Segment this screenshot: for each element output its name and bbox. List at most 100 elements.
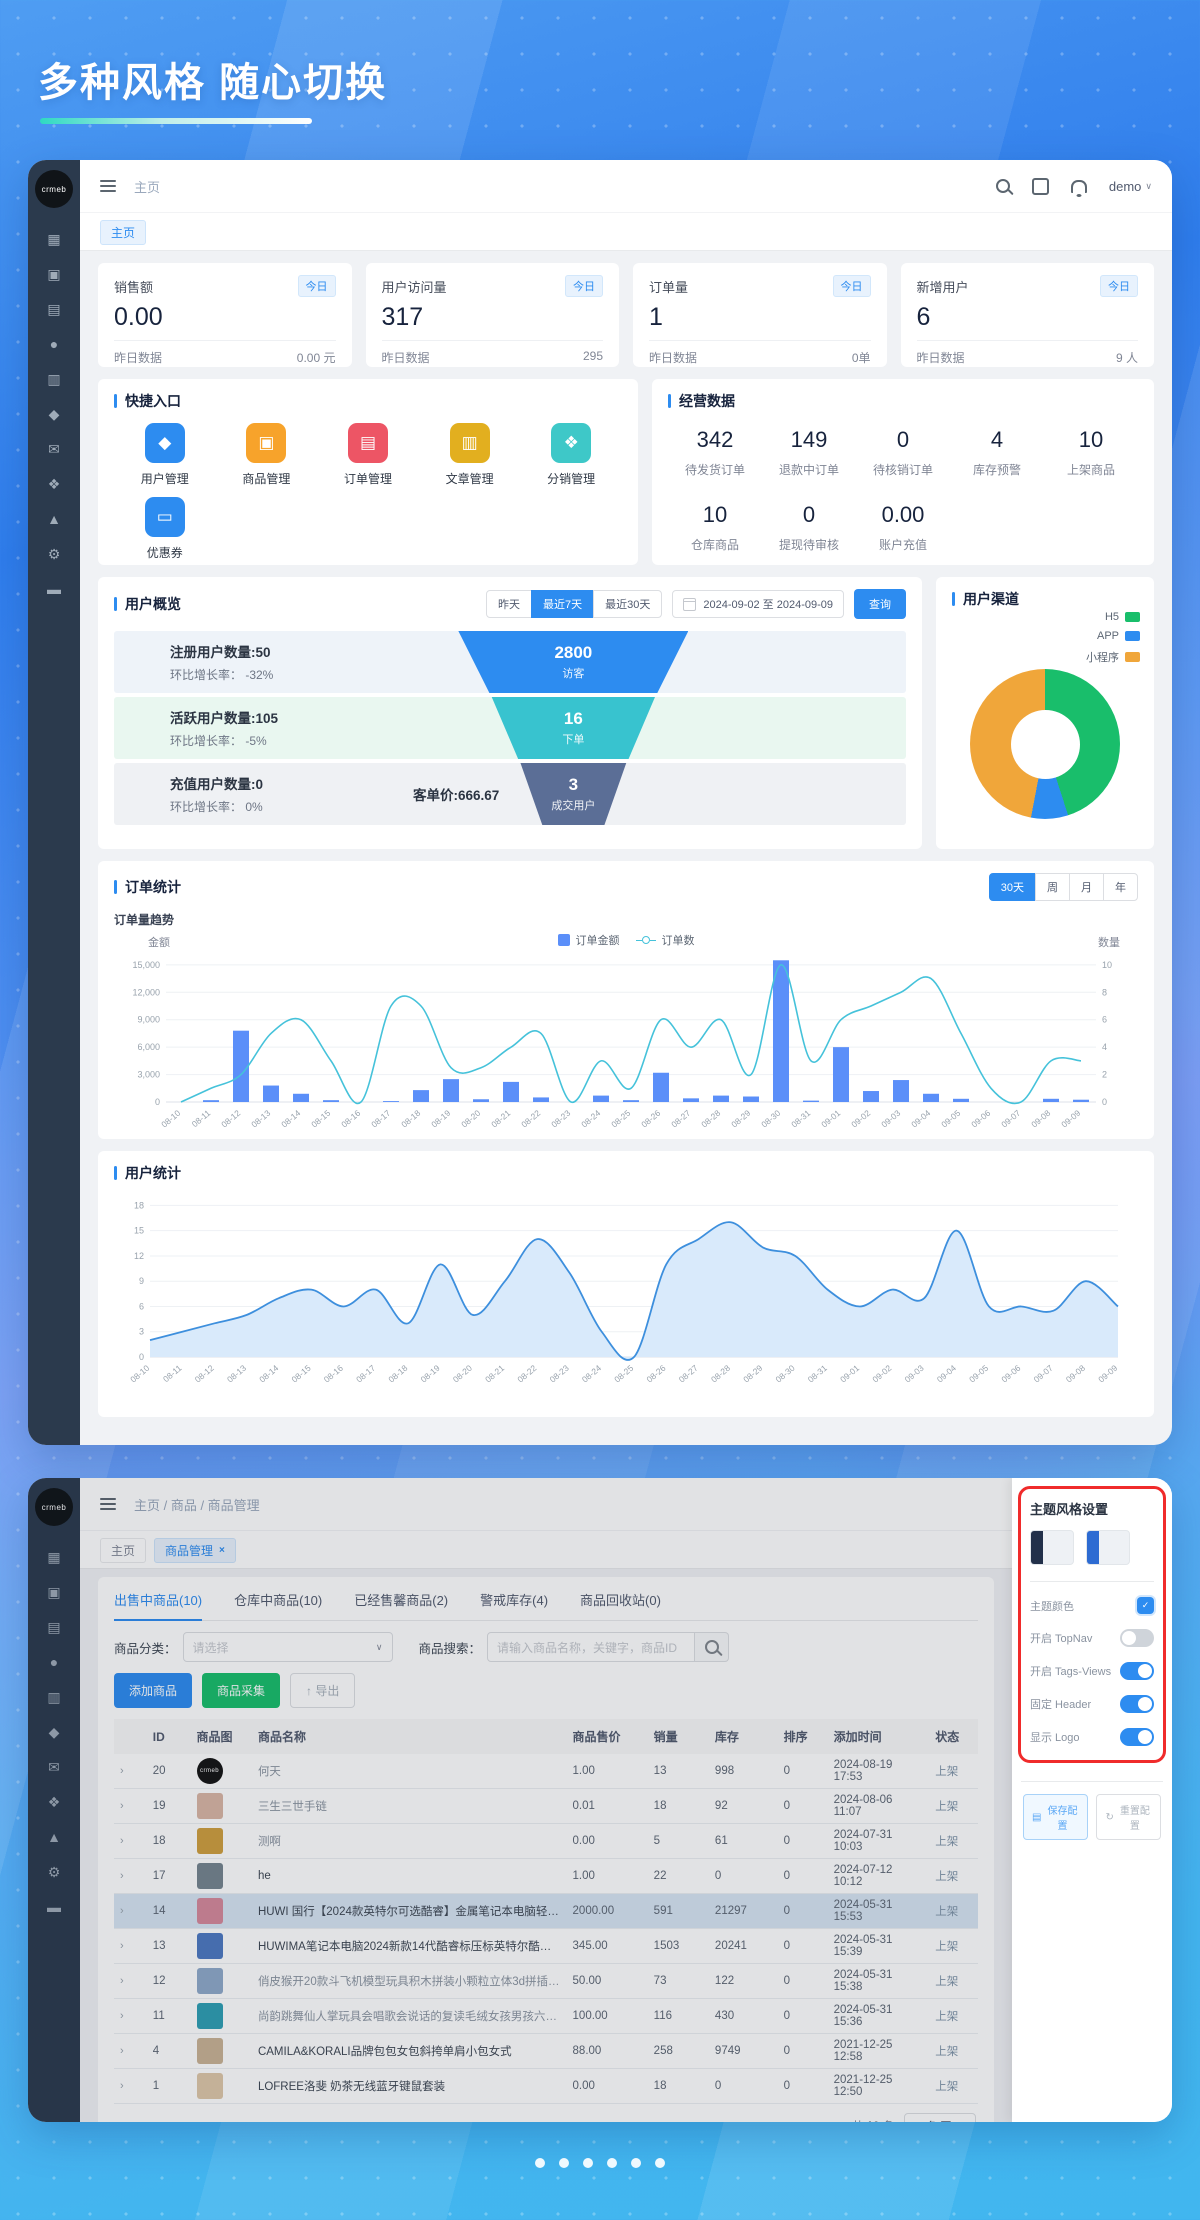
svg-text:3: 3 (139, 1327, 144, 1337)
stat-badge: 今日 (833, 275, 871, 297)
stat-label: 新增用户 (917, 277, 969, 296)
tags-view: 主页 (80, 212, 1172, 251)
reset-config-button[interactable]: ↻ 重置配置 (1096, 1794, 1161, 1840)
svg-text:08-13: 08-13 (225, 1363, 248, 1385)
svg-text:09-04: 09-04 (935, 1363, 958, 1385)
order-trend-chart: 03,0006,0009,00012,00015,000024681008-10… (114, 950, 1134, 1136)
legend-swatch (1125, 631, 1140, 641)
carousel-dot[interactable] (559, 2158, 569, 2168)
svg-text:09-03: 09-03 (879, 1108, 902, 1130)
theme-option: 开启 TopNav (1030, 1629, 1154, 1647)
business-data-item: 10仓库商品 (668, 502, 762, 553)
quick-entry-item[interactable]: ▥文章管理 (419, 423, 521, 487)
svg-text:12: 12 (134, 1251, 144, 1261)
tab-home[interactable]: 主页 (100, 220, 146, 245)
user-icon[interactable]: ● (50, 337, 58, 351)
app-logo[interactable]: crmeb (35, 170, 73, 208)
dark-sidebar-style[interactable] (1030, 1530, 1074, 1565)
finance-icon[interactable]: ▬ (47, 582, 61, 596)
quick-entry-item[interactable]: ▣商品管理 (216, 423, 318, 487)
stat-card-top: 新增用户今日 (917, 275, 1139, 297)
business-data-label: 库存预警 (950, 461, 1044, 478)
save-config-button[interactable]: ▤ 保存配置 (1023, 1794, 1088, 1840)
user-menu[interactable]: demo∨ (1109, 179, 1152, 194)
order-icon[interactable]: ▤ (47, 302, 60, 316)
collapse-menu-icon[interactable] (100, 180, 116, 192)
range-button[interactable]: 最近7天 (531, 590, 594, 618)
stat-card: 销售额今日0.00昨日数据0.00 元 (98, 263, 352, 367)
svg-text:08-21: 08-21 (483, 1363, 506, 1385)
top-navbar: 主页 demo∨ (80, 160, 1172, 212)
quick-entry-label: 订单管理 (344, 470, 392, 487)
legend-item[interactable]: 订单金额 (558, 932, 620, 948)
range-button[interactable]: 年 (1103, 873, 1138, 901)
legend-line (636, 940, 642, 941)
svg-text:08-17: 08-17 (354, 1363, 377, 1385)
svg-text:08-28: 08-28 (699, 1108, 722, 1130)
promotion-icon[interactable]: ◆ (49, 407, 60, 421)
overview-row-text: 充值用户数量:0环比增长率： 0% (170, 773, 263, 815)
legend-item[interactable]: APP (1097, 630, 1140, 642)
query-button[interactable]: 查询 (854, 589, 906, 619)
message-icon[interactable]: ✉ (48, 442, 60, 456)
svg-text:08-10: 08-10 (128, 1363, 151, 1385)
theme-option-label: 显示 Logo (1030, 1729, 1080, 1745)
dashboard-window: crmeb ▦ ▣ ▤ ● ▥ ◆ ✉ ❖ ▲ ⚙ ▬ 主页 demo∨ 主页 销售额今日0.00昨… (28, 160, 1172, 1445)
quick-entry-item[interactable]: ◆用户管理 (114, 423, 216, 487)
fullscreen-icon[interactable] (1032, 178, 1049, 195)
date-range-picker[interactable]: 2024-09-02 至 2024-09-09 (672, 590, 844, 618)
stat-value: 6 (917, 303, 1139, 332)
business-data-item: 10上架商品 (1044, 427, 1138, 478)
legend-item[interactable]: 小程序 (1086, 649, 1140, 665)
business-data-label: 待发货订单 (668, 461, 762, 478)
quick-entry-item[interactable]: ▭优惠券 (114, 497, 216, 561)
dashboard-icon[interactable]: ▦ (47, 232, 60, 246)
quick-entry-title: 快捷入口 (114, 391, 622, 411)
carousel-dot[interactable] (535, 2158, 545, 2168)
settings-icon[interactable]: ⚙ (48, 547, 61, 561)
overview-metric: 活跃用户数量:105 (170, 707, 278, 727)
toggle-switch[interactable] (1120, 1728, 1154, 1746)
business-data-item: 342待发货订单 (668, 427, 762, 478)
blue-sidebar-style[interactable] (1086, 1530, 1130, 1565)
carousel-dot[interactable] (583, 2158, 593, 2168)
svg-text:08-18: 08-18 (399, 1108, 422, 1130)
toggle-switch[interactable] (1120, 1629, 1154, 1647)
carousel-dot[interactable] (631, 2158, 641, 2168)
business-data-label: 账户充值 (856, 536, 950, 553)
stat-footer: 昨日数据0单 (649, 340, 871, 366)
funnel-step: 16下单 (458, 697, 688, 759)
stats-icon[interactable]: ▥ (47, 372, 60, 386)
svg-text:08-24: 08-24 (580, 1363, 603, 1385)
range-button[interactable]: 昨天 (486, 590, 532, 618)
business-data-label: 退款中订单 (762, 461, 856, 478)
notifications-icon[interactable] (1071, 180, 1087, 193)
stat-value: 317 (382, 303, 604, 332)
distribution-icon[interactable]: ❖ (48, 477, 61, 491)
carousel-dot[interactable] (607, 2158, 617, 2168)
toggle-switch[interactable] (1120, 1662, 1154, 1680)
range-button[interactable]: 月 (1069, 873, 1104, 901)
stat-footer-value: 295 (583, 349, 603, 366)
user-channel-donut-chart (970, 669, 1120, 819)
stat-footer-label: 昨日数据 (114, 349, 162, 366)
carousel-dot[interactable] (655, 2158, 665, 2168)
range-button[interactable]: 30天 (989, 873, 1036, 901)
business-data-item: 0提现待审核 (762, 502, 856, 553)
toggle-switch[interactable] (1120, 1695, 1154, 1713)
quick-entry-item[interactable]: ▤订单管理 (317, 423, 419, 487)
quick-entry-item[interactable]: ❖分销管理 (520, 423, 622, 487)
search-icon[interactable] (996, 179, 1010, 193)
breadcrumb[interactable]: 主页 (134, 177, 160, 196)
theme-color-swatch[interactable]: ✓ (1137, 1597, 1154, 1614)
range-button[interactable]: 周 (1035, 873, 1070, 901)
funnel-label: 访客 (562, 665, 584, 681)
legend-item[interactable]: H5 (1105, 611, 1140, 623)
legend-item[interactable]: 订单数 (636, 932, 695, 948)
range-button[interactable]: 最近30天 (593, 590, 662, 618)
business-data-value: 0.00 (856, 502, 950, 528)
goods-icon[interactable]: ▣ (47, 267, 60, 281)
calendar-icon (683, 598, 696, 611)
svg-text:08-14: 08-14 (257, 1363, 280, 1385)
marketing-icon[interactable]: ▲ (47, 512, 61, 526)
